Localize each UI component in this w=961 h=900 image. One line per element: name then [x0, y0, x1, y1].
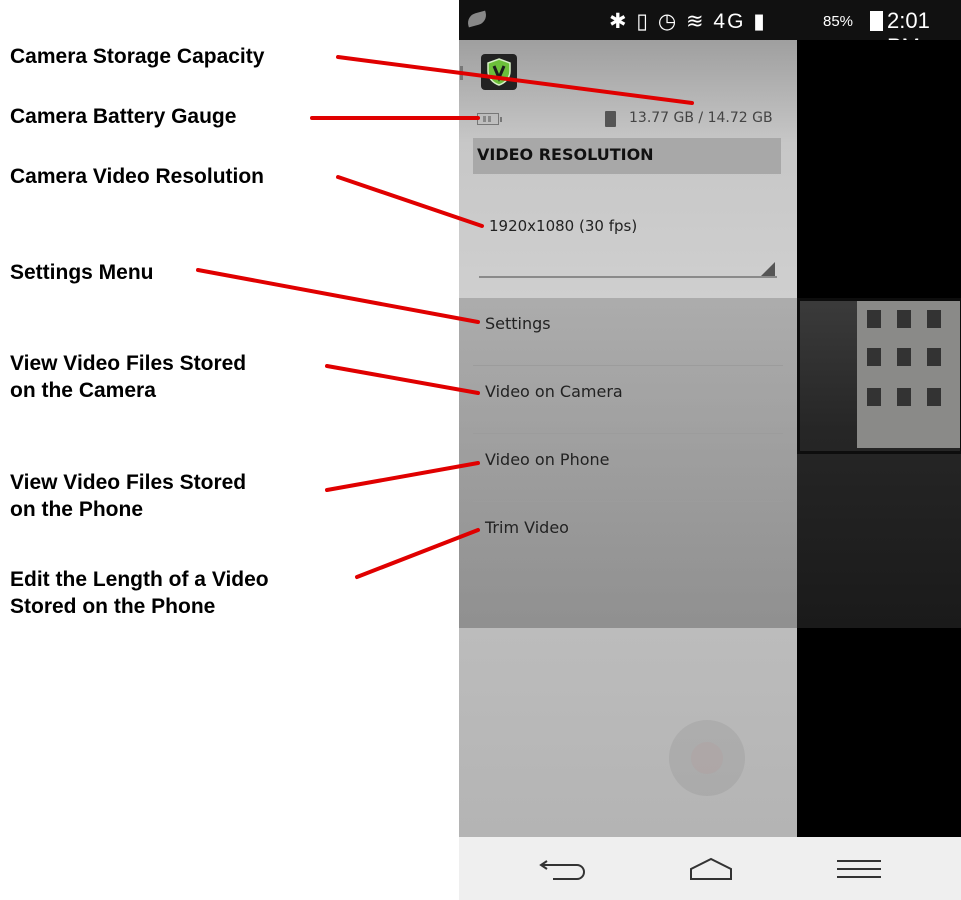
battery-percent: 85% [823, 13, 854, 30]
phone-screen: ✱ ▯ ◷ ≋ 4G ▮ 85% 2:01 PM [459, 0, 961, 900]
navigation-drawer: 13.77 GB / 14.72 GB VIDEO RESOLUTION 192… [459, 40, 797, 837]
phone-battery-icon [870, 11, 883, 31]
menu-item-label: Trim Video [485, 518, 569, 537]
callout-video-resolution: Camera Video Resolution [10, 165, 265, 188]
battery-icon [477, 113, 502, 125]
arrow-settings-menu [196, 268, 480, 324]
status-icons: ✱ ▯ ◷ ≋ 4G ▮ [609, 10, 767, 33]
resolution-header: VIDEO RESOLUTION [473, 138, 781, 174]
menu-item-label: Video on Phone [485, 450, 610, 469]
resolution-dropdown-underline[interactable] [479, 276, 777, 278]
callout-settings-menu: Settings Menu [10, 261, 154, 284]
storage-row: 13.77 GB / 14.72 GB [459, 110, 797, 130]
menu-item-settings[interactable]: Settings [459, 298, 797, 366]
shield-v-icon[interactable] [481, 54, 517, 90]
arrow-video-on-phone [325, 461, 480, 492]
callout-video-on-phone-line2: on the Phone [10, 498, 143, 521]
drawer-handle-icon[interactable] [460, 66, 463, 80]
arrow-video-on-camera [325, 364, 480, 395]
record-button[interactable] [669, 720, 745, 796]
home-icon[interactable] [687, 855, 737, 883]
menu-item-label: Settings [485, 314, 551, 333]
resolution-header-label: VIDEO RESOLUTION [477, 145, 654, 164]
callout-trim-line2: Stored on the Phone [10, 595, 216, 618]
status-bar: ✱ ▯ ◷ ≋ 4G ▮ 85% 2:01 PM [459, 0, 961, 59]
menu-item-video-on-phone[interactable]: Video on Phone [459, 434, 797, 502]
callout-video-on-phone: View Video Files Stored on the Phone [10, 469, 246, 523]
menu-item-video-on-camera[interactable]: Video on Camera [459, 366, 797, 434]
callout-video-on-camera: View Video Files Stored on the Camera [10, 350, 246, 404]
camera-preview [797, 40, 961, 837]
menu-item-label: Video on Camera [485, 382, 623, 401]
callout-trim-line1: Edit the Length of a Video [10, 568, 269, 591]
menu-item-trim-video[interactable]: Trim Video [459, 502, 797, 570]
callout-video-on-camera-line1: View Video Files Stored [10, 352, 247, 375]
callout-video-on-phone-line1: View Video Files Stored [10, 471, 247, 494]
android-nav-bar [459, 837, 961, 900]
leaf-icon [465, 10, 489, 28]
sd-card-icon [605, 111, 616, 127]
preview-image [797, 298, 961, 628]
back-icon[interactable] [539, 855, 589, 883]
menu-icon[interactable] [835, 855, 885, 883]
resolution-value[interactable]: 1920x1080 (30 fps) [489, 217, 637, 235]
dropdown-triangle-icon[interactable] [761, 262, 775, 276]
callout-battery-gauge: Camera Battery Gauge [10, 105, 237, 128]
storage-capacity: 13.77 GB / 14.72 GB [629, 110, 773, 126]
callout-video-on-camera-line2: on the Camera [10, 379, 156, 402]
callout-trim-video: Edit the Length of a Video Stored on the… [10, 566, 269, 620]
callout-storage-capacity: Camera Storage Capacity [10, 45, 265, 68]
